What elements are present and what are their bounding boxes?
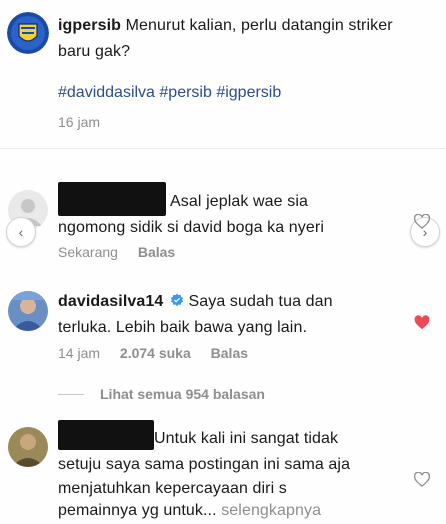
reply-button[interactable]: Balas bbox=[211, 345, 248, 361]
replies-line bbox=[58, 394, 84, 395]
heart-filled-icon[interactable] bbox=[414, 315, 430, 330]
comment-text-line2: ngomong sidik si david boga ka nyeri bbox=[58, 219, 324, 236]
post-username[interactable]: igpersib bbox=[58, 17, 121, 34]
comment-meta: 14 jam 2.074 suka Balas bbox=[58, 345, 248, 361]
verified-badge-icon bbox=[170, 293, 183, 307]
redacted-username bbox=[58, 182, 166, 216]
comment-text: davidasilva14 Saya sudah tua dan terluka… bbox=[58, 293, 333, 336]
comment-text-line2: setuju saya sama postingan ini sama aja bbox=[58, 456, 351, 473]
comment-text: Untuk kali ini sangat tidak bbox=[154, 430, 339, 447]
chevron-left-icon[interactable]: ‹ bbox=[6, 217, 36, 247]
comment-text: Asal jeplak wae sia bbox=[170, 193, 308, 210]
comment-time: 14 jam bbox=[58, 345, 101, 361]
reply-button[interactable]: Balas bbox=[138, 244, 175, 260]
heart-icon[interactable] bbox=[414, 214, 430, 229]
redacted-username bbox=[58, 420, 154, 450]
user-photo bbox=[8, 291, 48, 331]
comment-username[interactable]: davidasilva14 bbox=[58, 293, 163, 310]
comment-time: Sekarang bbox=[58, 244, 118, 260]
persib-logo bbox=[7, 12, 49, 54]
section-divider bbox=[0, 148, 446, 149]
likes-count[interactable]: 2.074 suka bbox=[120, 345, 191, 361]
post-time: 16 jam bbox=[58, 114, 101, 130]
post-avatar[interactable] bbox=[7, 12, 49, 54]
view-replies-button[interactable]: Lihat semua 954 balasan bbox=[100, 386, 265, 402]
post-caption: igpersib Menurut kalian, perlu datangin … bbox=[58, 17, 393, 60]
comment-meta: Sekarang Balas bbox=[58, 244, 175, 260]
comment-avatar[interactable] bbox=[8, 427, 48, 467]
post-hashtags[interactable]: #daviddasilva #persib #igpersib bbox=[58, 84, 281, 102]
comment-text-line4: pemainnya yg untuk... selengkapnya bbox=[58, 502, 322, 519]
comment-avatar[interactable] bbox=[8, 291, 48, 331]
user-photo bbox=[8, 427, 48, 467]
heart-icon[interactable] bbox=[414, 472, 430, 487]
see-more-link[interactable]: selengkapnya bbox=[221, 502, 321, 519]
